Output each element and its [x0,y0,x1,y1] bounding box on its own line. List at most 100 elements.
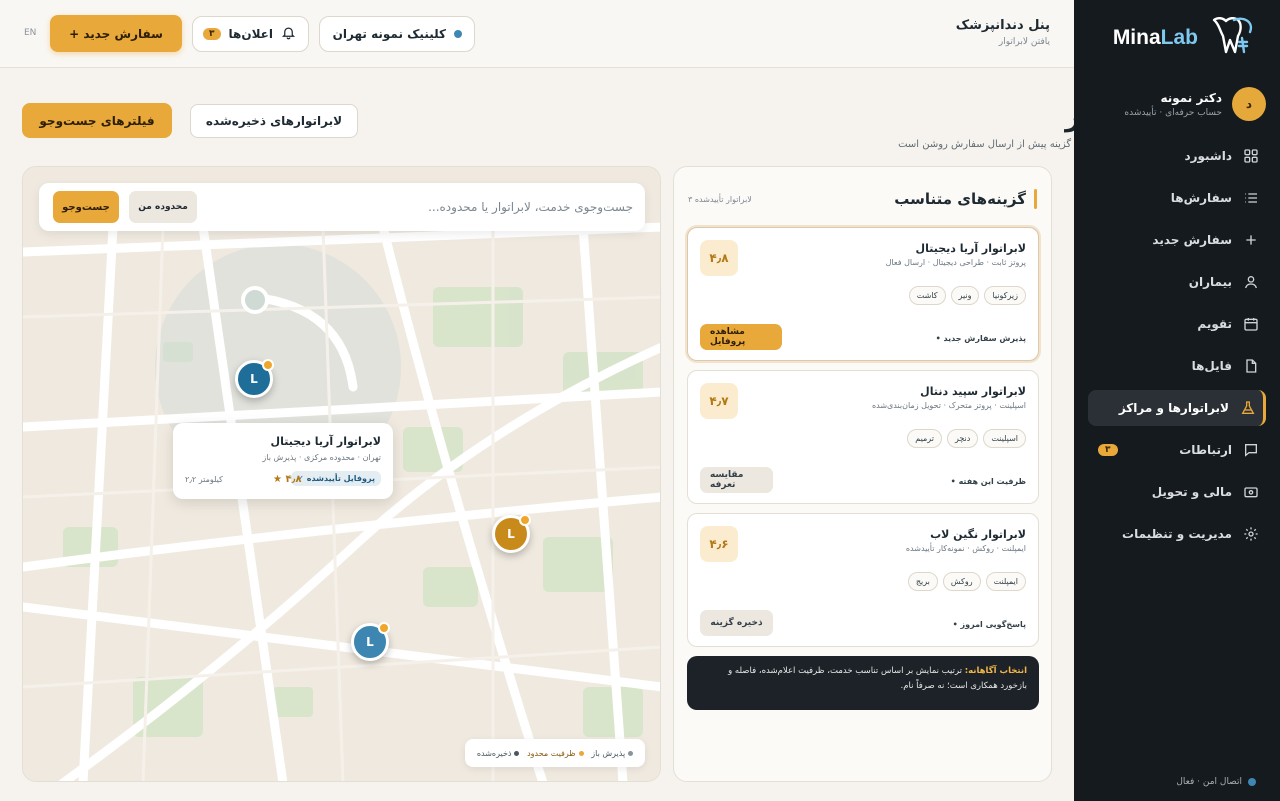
gear-icon [1242,525,1260,543]
map-pin-sepid[interactable]: L [492,514,531,553]
pin-label: L [250,372,258,386]
lab-status: • ظرفیت این هفته [950,477,1026,486]
clinic-status-dot [454,30,462,38]
popup-rating: ★ ۴٫۸ [273,474,302,485]
brand-name-b: Lab [1160,26,1198,49]
lab-meta: پروتز ثابت · طراحی دیجیتال · ارسال فعال [885,258,1026,267]
pin-status-dot [519,514,531,526]
sidebar-item-files[interactable]: فایل‌ها [1088,348,1266,384]
secure-connection-status: اتصال امن · فعال [1176,777,1256,787]
communications-badge: ۳ [1098,444,1118,456]
lab-tag: کاشت [908,286,946,305]
panel-subtitle: یافتن لابراتوار [998,37,1050,47]
popup-verified-badge: ✓ پروفایل تأییدشده [291,471,381,486]
sidebar-item-label: سفارش جدید [1152,233,1232,247]
search-filters-button[interactable]: فیلترهای جست‌وجو [22,103,172,138]
lab-card[interactable]: ۴٫۷ لابراتوار سپید دنتال اسپلینت · پروتز… [687,370,1039,504]
sidebar-item-communications[interactable]: ارتباطات ۳ [1088,432,1266,468]
lab-rating: ۴٫۷ [700,383,738,419]
tooth-logo-icon [1204,14,1256,62]
new-order-button[interactable]: + سفارش جدید [50,15,182,52]
lab-card[interactable]: ۴٫۸ لابراتوار آریا دیجیتال پروتز ثابت · … [687,227,1039,361]
popup-lab-name: لابراتوار آریا دیجیتال [270,435,381,448]
panel-title: پنل دندانپزشک یافتن لابراتوار [956,18,1050,47]
panel-title-text: پنل دندانپزشک [955,18,1050,33]
sidebar-item-label: مالی و تحویل [1151,485,1232,499]
sidebar-item-label: لابراتوارها و مراکز [1118,401,1229,415]
legend-label: پذیرش باز [591,748,626,758]
legend-item-saved: ذخیره‌شده [477,749,520,758]
map-legend: پذیرش باز ظرفیت محدود ذخیره‌شده [465,739,645,767]
lab-tags: اسپلینت دنچر ترمیم [907,429,1026,448]
sidebar-item-label: بیماران [1188,275,1232,289]
map-panel[interactable]: محدوده من جست‌وجو L L L لابراتوار آریا د… [22,166,661,782]
clinic-name: کلینیک نمونه تهران [332,27,446,41]
map-popup[interactable]: لابراتوار آریا دیجیتال تهران · محدوده مر… [173,423,393,499]
map-search-input[interactable] [213,191,633,223]
sidebar: MinaLab د دکتر نمونه حساب حرفه‌ای · تأیی… [1074,0,1280,801]
sidebar-item-patients[interactable]: بیماران [1088,264,1266,300]
sidebar-item-orders[interactable]: سفارش‌ها [1088,180,1266,216]
sidebar-item-settings[interactable]: مدیریت و تنظیمات [1088,516,1266,552]
sidebar-item-label: داشبورد [1184,149,1232,163]
user-profile[interactable]: د دکتر نمونه حساب حرفه‌ای · تأییدشده [1086,86,1266,122]
sidebar-item-new-order[interactable]: سفارش جدید [1088,222,1266,258]
search-button[interactable]: جست‌وجو [53,191,119,223]
notifications-button[interactable]: اعلان‌ها ۳ [192,16,309,52]
lab-rating: ۴٫۸ [700,240,738,276]
pin-label: L [507,527,515,541]
map-search-bar: محدوده من جست‌وجو [39,183,645,231]
sidebar-item-labs[interactable]: لابراتوارها و مراکز [1088,390,1266,426]
sidebar-item-finance[interactable]: مالی و تحویل [1088,474,1266,510]
lab-meta: اسپلینت · پروتز متحرک · تحویل زمان‌بندی‌… [871,401,1026,410]
legend-dot [628,750,634,756]
lab-tag: روکش [942,572,981,591]
view-profile-button[interactable]: مشاهده پروفایل [700,324,782,350]
map-pin-negin[interactable]: L [351,622,390,661]
lab-status: • پذیرش سفارش جدید [935,334,1026,343]
popup-lab-meta: تهران · محدوده مرکزی · پذیرش باز [262,453,381,462]
calendar-icon [1242,315,1260,333]
brand-name: MinaLab [1113,26,1198,50]
lab-card[interactable]: ۴٫۶ لابراتوار نگین لاب ایمپلنت · روکش · … [687,513,1039,647]
lab-meta: ایمپلنت · روکش · نمونه‌کار تأییدشده [905,544,1026,553]
lab-name: لابراتوار سپید دنتال [920,385,1026,398]
my-area-button[interactable]: محدوده من [129,191,197,223]
list-icon [1242,189,1260,207]
lab-tag: اسپلینت [983,429,1026,448]
lab-tags: ایمپلنت روکش بریج [907,572,1026,591]
avatar: د [1232,87,1266,121]
lab-tag: دنچر [946,429,979,448]
sidebar-item-label: تقویم [1197,317,1232,331]
file-icon [1242,357,1260,375]
results-header: گزینه‌های متناسب [894,189,1037,209]
sidebar-item-label: مدیریت و تنظیمات [1122,527,1232,541]
brand-logo[interactable]: MinaLab [1113,14,1256,62]
clinic-selector[interactable]: کلینیک نمونه تهران [319,16,475,52]
topbar: پنل دندانپزشک یافتن لابراتوار کلینیک نمو… [0,0,1074,68]
pin-label: L [366,635,374,649]
sidebar-item-calendar[interactable]: تقویم [1088,306,1266,342]
ranking-info-note: انتخاب آگاهانه: ترتیب نمایش بر اساس تناس… [687,656,1039,710]
results-accent-bar [1034,189,1037,209]
chat-icon [1242,441,1260,459]
sidebar-nav: داشبورد سفارش‌ها سفارش جدید بیماران تقوی… [1088,138,1266,558]
saved-labs-button[interactable]: لابراتوارهای ذخیره‌شده [190,104,358,138]
lab-rating: ۴٫۶ [700,526,738,562]
legend-item-open: پذیرش باز [591,748,634,758]
brand-name-a: Mina [1112,26,1161,49]
results-panel: گزینه‌های متناسب ۳ لابراتوار تأییدشده ۴٫… [673,166,1052,782]
pin-status-dot [262,359,274,371]
language-toggle[interactable]: EN [24,28,36,38]
results-count: ۳ لابراتوار تأییدشده [688,195,752,204]
profile-role: حساب حرفه‌ای · تأییدشده [1124,107,1222,118]
sidebar-item-label: فایل‌ها [1191,359,1232,373]
compare-tariff-button[interactable]: مقایسه تعرفه [700,467,773,493]
wallet-icon [1242,483,1260,501]
popup-distance: ۲٫۲ کیلومتر [185,475,223,484]
legend-dot [514,750,520,756]
sidebar-item-dashboard[interactable]: داشبورد [1088,138,1266,174]
map-pin-aria[interactable]: L [235,359,274,398]
notifications-label: اعلان‌ها [228,27,274,41]
save-option-button[interactable]: ذخیره گزینه [700,610,773,636]
